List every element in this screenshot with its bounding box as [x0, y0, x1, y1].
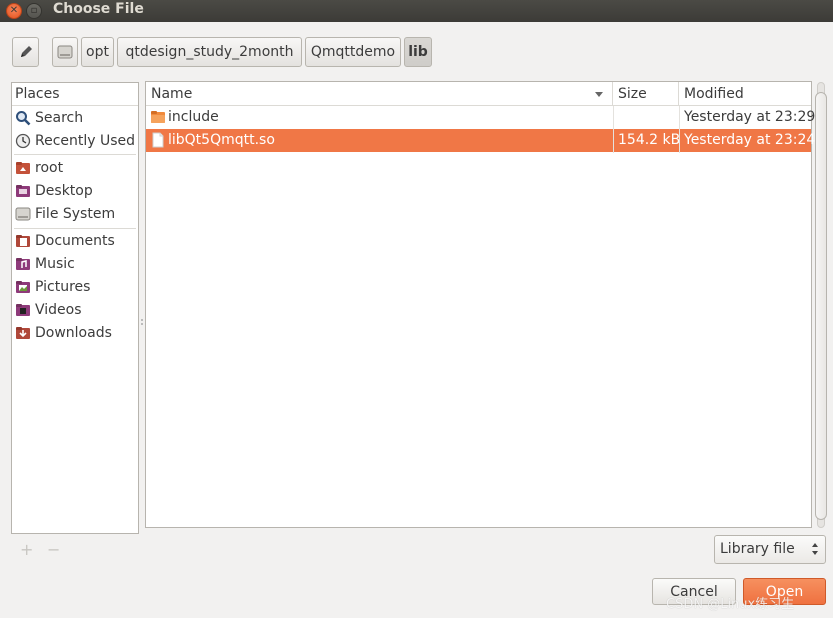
file-type-filter[interactable]: Library file [714, 535, 826, 564]
drive-icon [15, 207, 31, 221]
place-label: root [35, 160, 64, 176]
file-list-scrollbar[interactable] [814, 82, 827, 528]
add-bookmark-button[interactable]: + [20, 540, 33, 559]
drive-icon [57, 45, 73, 59]
folder-icon [151, 111, 165, 123]
places-sidebar: Places Search Recently Used root Desktop… [11, 82, 139, 534]
pathbar-item-lib[interactable]: lib [404, 37, 432, 67]
column-header-modified[interactable]: Modified [679, 82, 811, 106]
places-header: Places [12, 83, 138, 106]
place-label: Recently Used [35, 133, 136, 149]
file-type-filter-value: Library file [720, 541, 795, 557]
title-bar: ✕ ▫ Choose File [0, 0, 833, 22]
minimize-window-button[interactable]: ▫ [26, 3, 42, 19]
places-divider [14, 228, 136, 229]
column-divider [679, 106, 680, 153]
file-modified: Yesterday at 23:24 [684, 132, 816, 148]
file-icon [152, 132, 164, 148]
file-modified: Yesterday at 23:29 [684, 109, 816, 125]
file-name: include [168, 109, 219, 125]
column-header-size[interactable]: Size [613, 82, 679, 106]
type-location-button[interactable] [12, 37, 39, 67]
pathbar-item-opt[interactable]: opt [81, 37, 114, 67]
documents-folder-icon [16, 235, 30, 247]
downloads-folder-icon [16, 327, 30, 339]
close-icon: ✕ [9, 5, 19, 16]
pathbar-item-qmqttdemo[interactable]: Qmqttdemo [305, 37, 401, 67]
place-label: Documents [35, 233, 115, 249]
place-label: Pictures [35, 279, 91, 295]
column-divider [613, 106, 614, 153]
updown-arrows-icon [812, 543, 818, 555]
place-label: Desktop [35, 183, 93, 199]
pencil-icon [20, 46, 32, 57]
videos-folder-icon [16, 304, 30, 316]
remove-bookmark-button[interactable]: − [47, 540, 60, 559]
place-label: Search [35, 110, 84, 126]
place-label: Downloads [35, 325, 112, 341]
sort-down-icon [595, 92, 603, 97]
minimize-icon: ▫ [30, 5, 38, 16]
places-divider [14, 154, 136, 155]
file-row-libqt5qmqtt[interactable]: libQt5Qmqtt.so 154.2 kB Yesterday at 23:… [146, 129, 815, 152]
scrollbar-thumb[interactable] [815, 92, 827, 520]
place-label: Music [35, 256, 75, 272]
file-list: Name Size Modified include Yesterday at … [145, 81, 815, 528]
pathbar-root-button[interactable] [52, 37, 78, 67]
place-label: File System [35, 206, 116, 222]
music-folder-icon [16, 258, 30, 270]
place-label: Videos [35, 302, 82, 318]
pictures-folder-icon [16, 281, 30, 293]
file-row-include[interactable]: include Yesterday at 23:29 [146, 106, 815, 129]
clock-icon [15, 133, 31, 149]
pane-resize-grip[interactable] [140, 318, 144, 326]
window-title: Choose File [53, 1, 144, 17]
column-header-name-label: Name [151, 86, 193, 102]
watermark: CSDN @Linux练习生 [666, 597, 795, 612]
home-folder-icon [16, 162, 30, 174]
pathbar-item-qtdesign[interactable]: qtdesign_study_2month [117, 37, 302, 67]
file-size: 154.2 kB [618, 132, 681, 148]
desktop-folder-icon [16, 185, 30, 197]
search-icon [16, 111, 31, 126]
close-window-button[interactable]: ✕ [6, 3, 22, 19]
column-header-name[interactable]: Name [146, 82, 613, 106]
file-name: libQt5Qmqtt.so [168, 132, 275, 148]
